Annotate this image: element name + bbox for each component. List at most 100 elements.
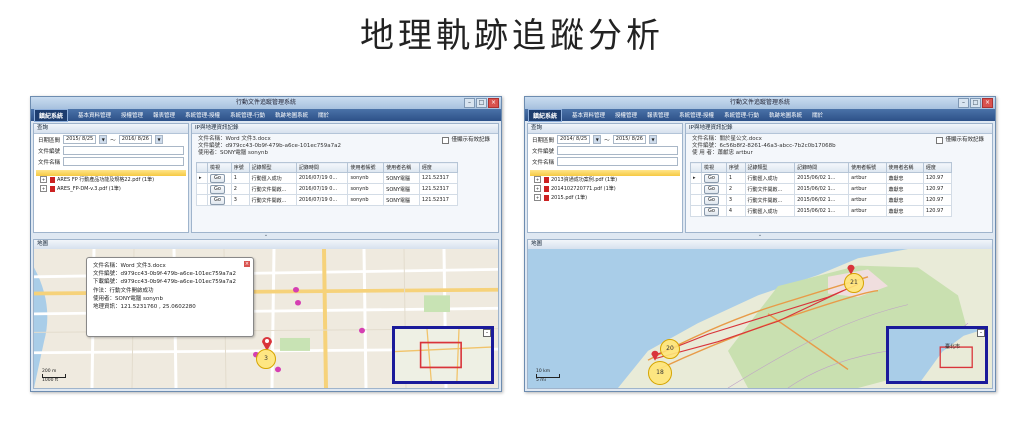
maximize-icon[interactable]: □ [476,98,487,108]
go-button[interactable]: Go [704,195,719,205]
menu-item-about[interactable]: 關於 [812,111,823,119]
doc-name-label: 文件名稱 [38,159,61,166]
menu-item-authorization[interactable]: 授權管理 [615,111,637,119]
col-no[interactable]: 序號 [725,162,746,173]
map-cluster-marker[interactable]: 20 [660,339,680,359]
street-map[interactable]: × 文件名稱：Word 文件3.docx 文件編號：d979cc43-0b9f-… [34,249,498,388]
show-valid-checkbox[interactable] [936,137,944,144]
date-from-dropdown-icon[interactable]: ▼ [99,135,108,144]
date-to-input[interactable]: 2015/ 8/26 [612,135,646,144]
expand-icon[interactable]: + [40,185,47,192]
col-no[interactable]: 序號 [230,162,250,173]
document-info: 文件名稱：關於星公文.docx 文件編號：6c56b8f2-8261-46a3-… [686,134,992,162]
tree-item[interactable]: +2014102720771.pdf (1筆) [528,185,682,194]
panel-splitter[interactable]: ⌄ [33,233,499,238]
col-user-name[interactable]: 使用者名稱 [885,162,924,173]
table-row[interactable]: Go 3 行動文件開啟... 2016/07/19 0... sonynb SO… [196,194,459,206]
map-pin-icon[interactable] [650,349,660,361]
menu-item-system-mobile[interactable]: 系統管理-行動 [230,111,265,119]
go-button[interactable]: Go [704,173,719,183]
menu-item-basic-data[interactable]: 基本資料管理 [572,111,605,119]
show-valid-only-toggle[interactable]: 僅顯示有效記錄 [442,137,490,144]
col-view[interactable]: 檢視 [207,162,232,173]
map-cluster-marker[interactable]: 18 [648,361,672,385]
table-row[interactable]: ▸ Go 1 行動匯入成功 2016/07/19 0... sonynb SON… [196,172,459,184]
overview-toggle-icon[interactable]: – [483,329,491,337]
date-to-input[interactable]: 2016/ 8/26 [118,135,152,144]
overview-map-tiles [889,329,985,381]
go-button[interactable]: Go [210,184,225,194]
date-from-input[interactable]: 2014/ 8/25 [557,135,591,144]
overview-toggle-icon[interactable]: – [977,329,985,337]
doc-id-input[interactable] [63,146,184,155]
menu-item-system-mobile[interactable]: 系統管理-行動 [724,111,759,119]
map-cluster-marker[interactable]: 3 [256,349,276,369]
regional-map[interactable]: 21 20 18 10 km 5 mi 臺北市 – [528,249,992,388]
menu-item-authorization[interactable]: 授權管理 [121,111,143,119]
expand-icon[interactable]: + [534,194,541,201]
overview-map[interactable]: 臺北市 – [886,326,988,384]
date-range-row: 日期區間 2015/ 8/25 ▼ ～ 2016/ 8/26 ▼ [34,134,188,145]
menu-item-reports[interactable]: 報表管理 [153,111,175,119]
menu-item-system-auth[interactable]: 系統管理-授權 [185,111,220,119]
menu-item-track-map[interactable]: 軌跡地圖系統 [769,111,802,119]
maximize-icon[interactable]: □ [970,98,981,108]
table-row[interactable]: ▸ Go 1 行動匯入成功 2015/06/02 1... artbur 蕭獻忠… [690,172,953,184]
col-type[interactable]: 記錄類型 [744,162,796,173]
doc-id-input[interactable] [557,146,678,155]
go-button[interactable]: Go [210,195,225,205]
menu-item-reports[interactable]: 報表管理 [647,111,669,119]
menu-item-system-auth[interactable]: 系統管理-授權 [679,111,714,119]
expand-icon[interactable]: + [40,176,47,183]
map-panel: 地圖 [33,239,499,389]
popup-close-icon[interactable]: × [244,261,250,267]
go-button[interactable]: Go [704,184,719,194]
window-title: 行動文件追蹤管理系統 [729,99,790,106]
tree-item[interactable]: +2013資通成功案例.pdf (1筆) [528,176,682,185]
col-longitude[interactable]: 經度 [418,162,459,173]
panel-splitter[interactable]: ⌄ [527,233,993,238]
table-row[interactable]: Go 4 行動匯入成功 2015/06/02 1... artbur 蕭獻忠 1… [690,205,953,217]
date-to-dropdown-icon[interactable]: ▼ [649,135,657,144]
show-valid-only-toggle[interactable]: 僅顯示有效記錄 [936,137,984,144]
menu-item-track-map[interactable]: 軌跡地圖系統 [275,111,308,119]
overview-map[interactable]: – [392,326,494,384]
menu-item-about[interactable]: 關於 [318,111,329,119]
expand-icon[interactable]: + [534,185,541,192]
go-button[interactable]: Go [210,173,225,183]
col-time[interactable]: 記錄時間 [794,162,850,173]
col-longitude[interactable]: 經度 [922,162,953,173]
doc-id-row: 文件編號 [34,145,188,156]
tree-item[interactable]: +2015.pdf (1筆) [528,194,682,203]
tree-item[interactable]: + ARES_FP-DM-v.3.pdf (1筆) [34,185,188,194]
show-valid-checkbox[interactable] [442,137,450,144]
close-icon[interactable]: × [488,98,499,108]
col-account[interactable]: 使用者帳號 [848,162,887,173]
col-account[interactable]: 使用者帳號 [347,162,385,173]
close-icon[interactable]: × [982,98,993,108]
app-logo[interactable]: 鎮紀系統 [528,108,563,122]
tree-item[interactable]: + ARES FP 行動產品功能及規格22.pdf (1筆) [34,176,188,185]
doc-name-input[interactable] [557,157,678,166]
col-view[interactable]: 檢視 [701,162,727,173]
popup-line: 使用者：SONY電腦 sonynb [93,295,163,302]
table-row[interactable]: Go 3 行動文件開啟... 2015/06/02 1... artbur 蕭獻… [690,194,953,206]
app-logo[interactable]: 鎮紀系統 [34,108,69,122]
expand-icon[interactable]: + [534,176,541,183]
col-time[interactable]: 記錄時間 [295,162,349,173]
col-type[interactable]: 記錄類型 [248,162,297,173]
date-from-dropdown-icon[interactable]: ▼ [593,135,602,144]
date-from-input[interactable]: 2015/ 8/25 [63,135,97,144]
col-user-name[interactable]: 使用者名稱 [383,162,420,173]
date-to-dropdown-icon[interactable]: ▼ [155,135,163,144]
minimize-icon[interactable]: – [464,98,475,108]
doc-name-row: 文件名稱 [528,156,682,167]
table-row[interactable]: Go 2 行動文件開啟... 2015/06/02 1... artbur 蕭獻… [690,183,953,195]
doc-name-input[interactable] [63,157,184,166]
date-separator: ～ [110,137,116,144]
menu-item-basic-data[interactable]: 基本資料管理 [78,111,111,119]
table-row[interactable]: Go 2 行動文件開啟... 2016/07/19 0... sonynb SO… [196,183,459,195]
minimize-icon[interactable]: – [958,98,969,108]
go-button[interactable]: Go [704,206,719,216]
map-cluster-marker[interactable]: 21 [844,273,864,293]
